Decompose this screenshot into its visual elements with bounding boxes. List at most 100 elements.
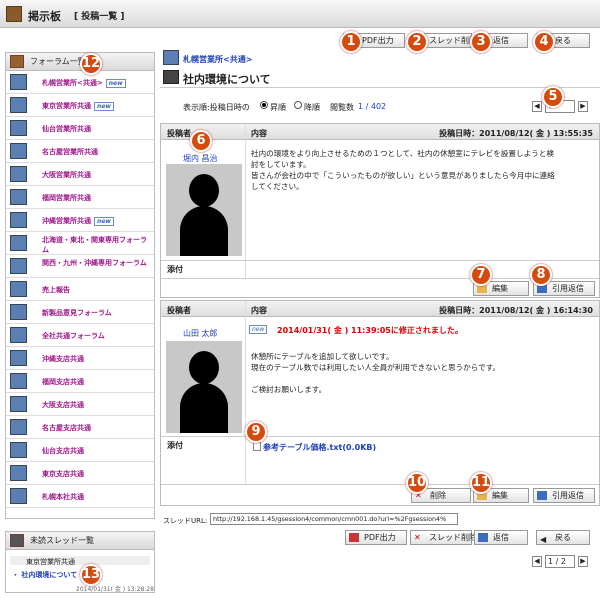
- page-prev-button-bottom[interactable]: ◀: [532, 556, 542, 567]
- sidebar-forum-label: 大阪営業所共通: [42, 171, 91, 179]
- sidebar-forum-item[interactable]: 仙台営業所共通: [6, 117, 154, 140]
- sidebar-forum-label: 北海道・東北・関東専用フォーラム: [42, 236, 147, 254]
- breadcrumb[interactable]: 札幌営業所<共通>: [183, 54, 252, 65]
- sidebar-forum-label: 名古屋支店共通: [42, 424, 91, 432]
- post-2-attach-label: 添付: [167, 441, 183, 450]
- sidebar-forum-item[interactable]: 関西・九州・沖縄専用フォーラム: [6, 255, 154, 278]
- thread-url-field[interactable]: http://192.168.1.45/gsession4/common/cmn…: [210, 513, 458, 525]
- back-button-bottom[interactable]: ◀ 戻る: [536, 530, 590, 545]
- post-2-quote-reply-button[interactable]: 引用返信: [533, 488, 595, 503]
- page-next-button[interactable]: ▶: [578, 101, 588, 112]
- new-badge: new: [94, 101, 114, 111]
- post-2-header: 投稿者 内容 投稿日時：2011/08/12( 金 ) 16:14:30: [161, 301, 599, 317]
- forum-avatar-icon: [10, 281, 27, 297]
- page-subtitle: [ 投稿一覧 ]: [74, 12, 125, 22]
- forum-avatar-icon: [10, 74, 27, 90]
- forum-list: 札幌営業所<共通> new 東京営業所共通 new 仙台営業所共通 名古屋営業所共通大阪営…: [6, 71, 154, 508]
- sidebar-forum-item[interactable]: 大阪営業所共通: [6, 163, 154, 186]
- marker-13: 13: [80, 564, 102, 586]
- post-1-attach-label: 添付: [167, 265, 183, 274]
- back-arrow-icon: ◀: [540, 535, 547, 544]
- sidebar-forum-item[interactable]: 名古屋営業所共通: [6, 140, 154, 163]
- sidebar-forum-item[interactable]: 札幌営業所<共通> new: [6, 71, 154, 94]
- post-2-new-badge: new: [249, 325, 268, 334]
- sort-desc-radio[interactable]: [294, 101, 302, 109]
- sidebar-forum-label: 沖縄営業所共通 new: [42, 216, 114, 226]
- unread-thread-link[interactable]: ・ 社内環境について: [12, 570, 77, 580]
- sidebar-forum-item[interactable]: 沖縄支店共通: [6, 347, 154, 370]
- sidebar-forum-item[interactable]: 北海道・東北・関東専用フォーラム: [6, 232, 154, 255]
- reply-button-bottom[interactable]: 返信: [474, 530, 528, 545]
- post-1-author-link[interactable]: 堀内 昌治: [183, 153, 218, 164]
- sidebar-forum-item[interactable]: 新製品意見フォーラム: [6, 301, 154, 324]
- sidebar-forum-label: 福岡支店共通: [42, 378, 84, 386]
- sidebar-forum-item[interactable]: 全社共通フォーラム: [6, 324, 154, 347]
- sort-asc-label: 昇順: [270, 103, 286, 112]
- content-column-header: 内容: [251, 129, 267, 138]
- page-title: 掲示板: [28, 10, 61, 23]
- sidebar-forum-label: 全社共通フォーラム: [42, 332, 105, 340]
- sort-desc-label: 降順: [304, 103, 320, 112]
- sidebar-forum-label: 仙台支店共通: [42, 447, 84, 455]
- forum-icon: [10, 55, 24, 68]
- sidebar-forum-label: 関西・九州・沖縄専用フォーラム: [42, 259, 147, 267]
- marker-7: 7: [470, 264, 492, 286]
- forum-avatar-icon: [10, 442, 27, 458]
- sidebar-forum-item[interactable]: 売上報告: [6, 278, 154, 301]
- page-select-bottom[interactable]: 1 / 2: [545, 555, 575, 568]
- marker-3: 3: [470, 31, 492, 53]
- marker-2: 2: [406, 31, 428, 53]
- post-1-avatar: [166, 164, 242, 256]
- forum-avatar-icon: [163, 50, 179, 65]
- sort-asc-radio[interactable]: [260, 101, 268, 109]
- sidebar-forum-item[interactable]: 福岡営業所共通: [6, 186, 154, 209]
- forum-avatar-icon: [10, 143, 27, 159]
- new-badge: new: [94, 216, 114, 226]
- thread-icon: [163, 70, 179, 84]
- marker-8: 8: [530, 264, 552, 286]
- file-icon: [253, 442, 261, 451]
- page-prev-button[interactable]: ◀: [532, 101, 542, 112]
- sidebar-forum-item[interactable]: 大阪支店共通: [6, 393, 154, 416]
- forum-avatar-icon: [10, 97, 27, 113]
- forum-avatar-icon: [10, 465, 27, 481]
- forum-avatar-icon: [10, 258, 27, 274]
- sidebar-forum-label: 福岡営業所共通: [42, 194, 91, 202]
- sidebar-forum-label: 大阪支店共通: [42, 401, 84, 409]
- sidebar-forum-item[interactable]: 東京支店共通: [6, 462, 154, 485]
- views-count: 1 / 402: [358, 102, 387, 111]
- sidebar-forum-label: 沖縄支店共通: [42, 355, 84, 363]
- sidebar-forum-label: 東京支店共通: [42, 470, 84, 478]
- post-1-date: 投稿日時：2011/08/12( 金 ) 13:55:35: [439, 129, 593, 138]
- bulletin-board-icon: [6, 6, 22, 22]
- pdf-export-button-bottom[interactable]: PDF出力: [345, 530, 407, 545]
- thread-delete-button-bottom[interactable]: ✕ スレッド削除: [410, 530, 477, 545]
- forum-avatar-icon: [10, 373, 27, 389]
- thread-title: 社内環境について: [183, 73, 271, 86]
- sidebar-forum-label: 新製品意見フォーラム: [42, 309, 112, 317]
- marker-10: 10: [406, 472, 428, 494]
- marker-4: 4: [533, 31, 555, 53]
- new-badge: new: [105, 78, 126, 88]
- post-2-date: 投稿日時：2011/08/12( 金 ) 16:14:30: [439, 306, 593, 315]
- thread-url-label: スレッドURL:: [163, 517, 208, 525]
- page-next-button-bottom[interactable]: ▶: [578, 556, 588, 567]
- sidebar-forum-label: 札幌本社共通: [42, 493, 84, 501]
- sidebar-forum-item[interactable]: 札幌本社共通: [6, 485, 154, 508]
- sidebar-forum-item[interactable]: 仙台支店共通: [6, 439, 154, 462]
- sidebar-forum-item[interactable]: 名古屋支店共通: [6, 416, 154, 439]
- reply-icon: [478, 533, 488, 542]
- forum-avatar-icon: [10, 166, 27, 182]
- unread-thread-panel: 未読スレッド一覧 東京営業所共通 ・ 社内環境について 2014/01/31( …: [5, 531, 155, 593]
- marker-6: 6: [190, 130, 212, 152]
- forum-avatar-icon: [10, 350, 27, 366]
- marker-9: 9: [245, 421, 267, 443]
- forum-avatar-icon: [10, 488, 27, 504]
- sidebar-forum-item[interactable]: 東京営業所共通 new: [6, 94, 154, 117]
- post-2-author-link[interactable]: 山田 太郎: [183, 328, 218, 339]
- post-2-attachment-link[interactable]: 参考テーブル価格.txt(0.0KB): [263, 442, 376, 453]
- forum-avatar-icon: [10, 419, 27, 435]
- sidebar-forum-item[interactable]: 沖縄営業所共通 new: [6, 209, 154, 232]
- sidebar-forum-label: 札幌営業所<共通> new: [42, 78, 126, 88]
- sidebar-forum-item[interactable]: 福岡支店共通: [6, 370, 154, 393]
